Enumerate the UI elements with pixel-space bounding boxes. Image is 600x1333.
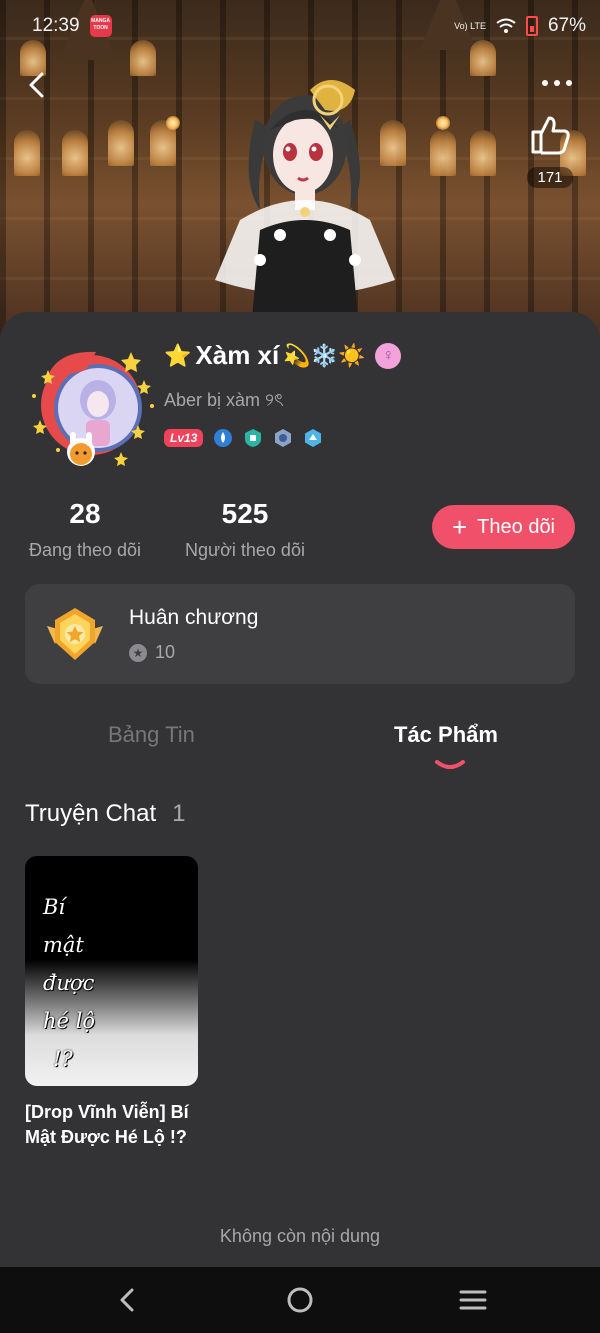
following-count: 28 <box>69 498 101 529</box>
tab-works[interactable]: Tác Phẩm <box>394 722 498 748</box>
app-notification-icon: MANGA TOON <box>89 15 112 37</box>
banner-window <box>108 120 134 166</box>
level-badge: Lv13 <box>164 429 204 447</box>
follow-button[interactable]: + Theo dõi <box>432 505 575 549</box>
teal-shield-badge-icon[interactable] <box>243 428 263 448</box>
follow-button-label: Theo dõi <box>477 515 556 538</box>
medal-title: Huân chương <box>129 606 259 629</box>
following-stat[interactable]: 28 Đang theo dõi <box>25 498 145 561</box>
banner-window <box>62 130 88 176</box>
badge-row: Lv13 <box>164 428 323 448</box>
nav-home-icon[interactable] <box>285 1285 315 1315</box>
active-tab-indicator <box>435 760 465 769</box>
profile-bio: Aber bị xàm ୨ৎ <box>164 390 284 410</box>
like-button[interactable]: 171 <box>522 112 578 188</box>
profile-tabs: Bảng Tin Tác Phẩm <box>0 722 600 782</box>
name-suffix-emoji: 💫❄️☀️ <box>283 342 366 368</box>
network-indicator: Vo) LTE <box>454 20 486 31</box>
banner-window <box>130 40 156 76</box>
silver-hexagon-badge-icon[interactable] <box>273 428 293 448</box>
cover-line: !? <box>53 1047 73 1071</box>
cover-line: được <box>43 971 95 995</box>
nav-menu-icon[interactable] <box>458 1285 488 1315</box>
story-title[interactable]: [Drop Vĩnh Viễn] Bí Mật Được Hé Lộ !? <box>25 1100 215 1150</box>
banner-window <box>470 40 496 76</box>
section-title: Truyện Chat <box>25 800 157 827</box>
wifi-icon <box>496 18 516 33</box>
section-header: Truyện Chat 1 <box>25 800 186 828</box>
street-lamp <box>436 116 450 130</box>
like-count: 171 <box>527 167 573 188</box>
cover-line: mật <box>43 933 84 957</box>
followers-count: 525 <box>221 498 269 529</box>
nav-back-icon[interactable] <box>113 1285 143 1315</box>
followers-label: Người theo dõi <box>185 540 305 560</box>
banner-window <box>470 130 496 176</box>
profile-name-row: ⭐ Xàm xí 💫❄️☀️ ♀ <box>164 340 402 371</box>
story-cover-text: Bí mật được hé lộ !? <box>43 888 95 1078</box>
status-time: 12:39 <box>32 15 80 36</box>
section-count: 1 <box>172 800 186 827</box>
blue-emblem-badge-icon[interactable] <box>303 428 323 448</box>
banner-window <box>430 130 456 176</box>
female-gender-icon: ♀ <box>375 342 402 369</box>
back-arrow-icon[interactable] <box>22 70 52 100</box>
medal-count-row: ★ 10 <box>129 642 175 663</box>
street-lamp <box>166 116 180 130</box>
profile-banner: 12:39 MANGA TOON Vo) LTE 67% 171 <box>0 0 600 340</box>
avatar[interactable] <box>26 340 156 470</box>
cover-line: hé lộ <box>43 1009 95 1033</box>
following-label: Đang theo dõi <box>28 540 142 560</box>
profile-panel: ⭐ Xàm xí 💫❄️☀️ ♀ Aber bị xàm ୨ৎ Lv13 28 … <box>0 312 600 1267</box>
battery-icon <box>525 16 538 36</box>
battery-level: 67% <box>547 15 586 36</box>
system-nav-bar <box>0 1267 600 1333</box>
cover-line: Bí <box>43 895 66 919</box>
profile-name: Xàm xí <box>195 340 280 370</box>
tab-feed[interactable]: Bảng Tin <box>108 722 195 748</box>
star-icon: ★ <box>129 643 147 662</box>
medal-count: 10 <box>155 642 176 662</box>
banner-window <box>14 130 40 176</box>
thumbs-up-icon <box>531 116 570 155</box>
water-drop-badge-icon[interactable] <box>213 428 233 448</box>
name-prefix-emoji: ⭐ <box>164 342 192 368</box>
medal-icon <box>47 608 103 660</box>
status-bar: 12:39 MANGA TOON Vo) LTE 67% <box>0 8 600 44</box>
followers-stat[interactable]: 525 Người theo dõi <box>180 498 310 561</box>
story-cover[interactable]: Bí mật được hé lộ !? <box>25 856 198 1086</box>
avatar-character-image <box>215 80 395 340</box>
more-options-icon[interactable] <box>542 80 572 86</box>
plus-icon: + <box>451 512 468 542</box>
medal-card[interactable]: Huân chương ★ 10 <box>25 584 575 684</box>
end-of-content-text: Không còn nội dung <box>219 1226 381 1246</box>
